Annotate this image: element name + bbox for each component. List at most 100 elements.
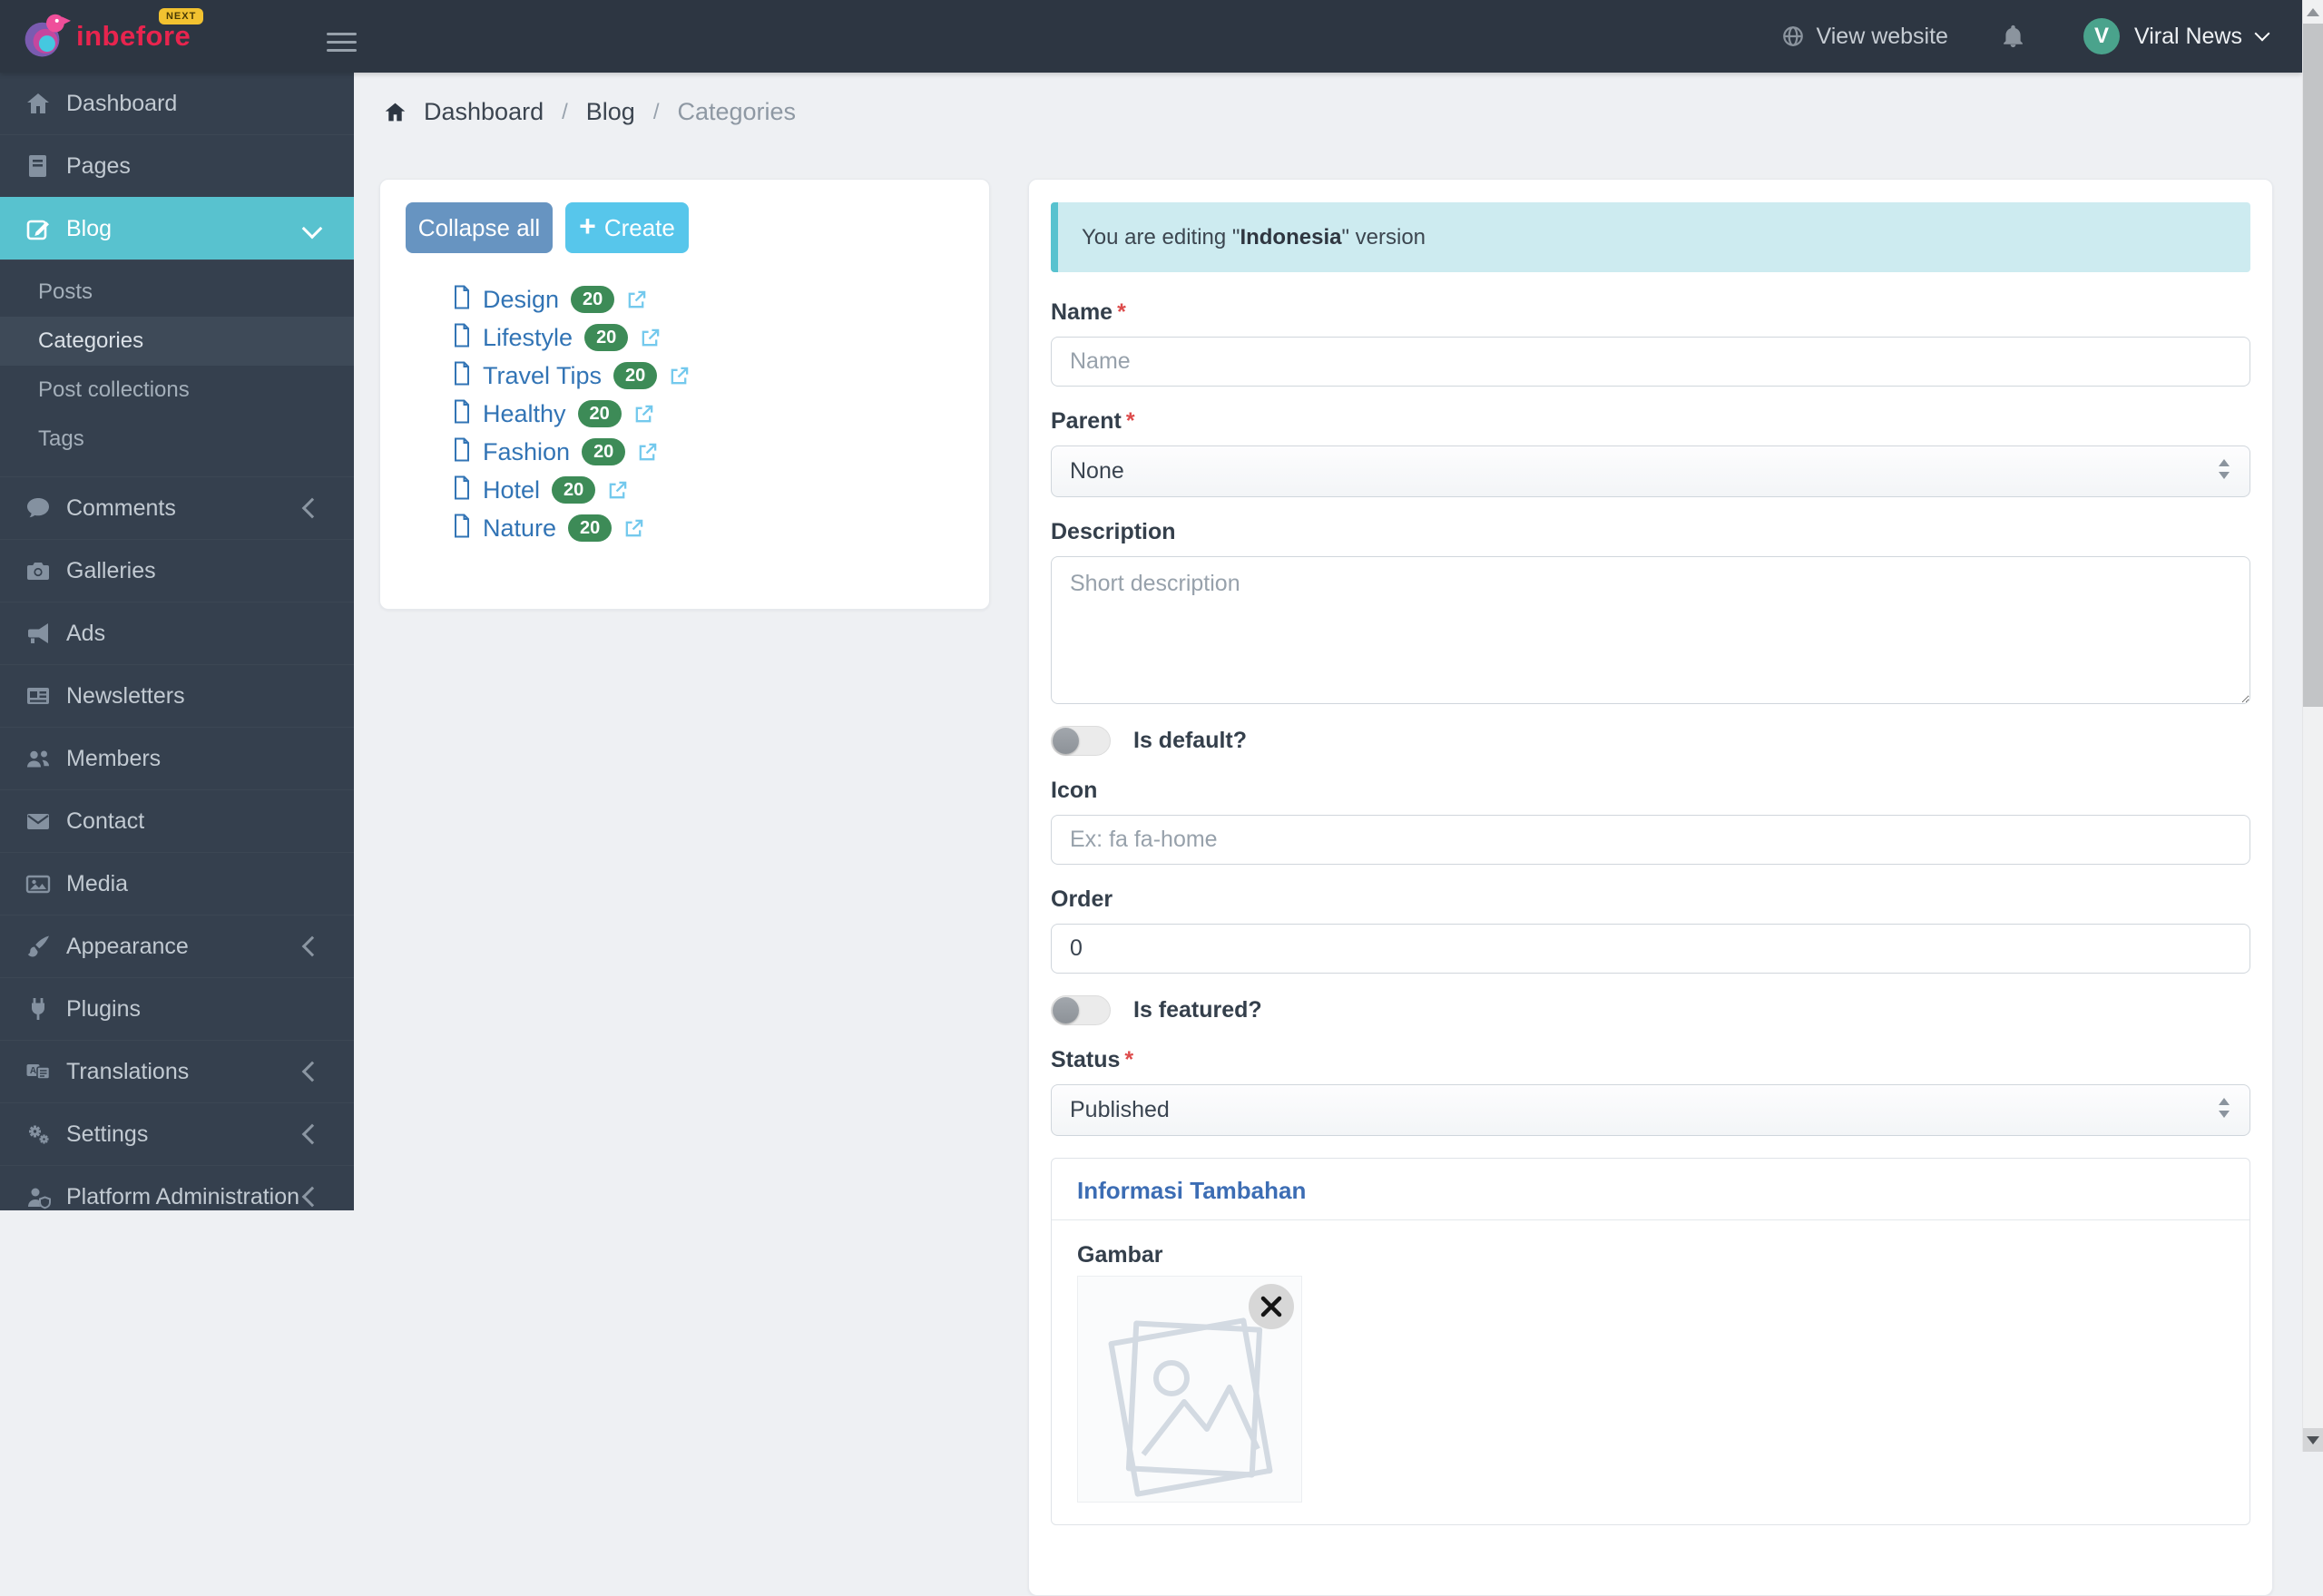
sidebar-item-tags[interactable]: Tags (0, 415, 354, 464)
category-link[interactable]: Fashion (483, 438, 570, 466)
breadcrumb-blog[interactable]: Blog (586, 98, 635, 126)
sidebar-item-contact[interactable]: Contact (0, 789, 354, 852)
breadcrumb-dashboard[interactable]: Dashboard (424, 98, 544, 126)
sidebar-item-post-collections[interactable]: Post collections (0, 366, 354, 415)
select-arrows-icon (2217, 1096, 2231, 1124)
remove-image-button[interactable] (1249, 1284, 1294, 1329)
bell-icon (2001, 24, 2025, 49)
create-button[interactable]: + Create (565, 202, 689, 253)
description-textarea[interactable] (1051, 556, 2250, 704)
scroll-down-button[interactable] (2303, 1428, 2323, 1452)
sidebar-item-posts[interactable]: Posts (0, 268, 354, 317)
category-count-badge: 20 (613, 362, 658, 389)
app-logo[interactable]: inbefore NEXT (22, 8, 204, 63)
sidebar-item-ads[interactable]: Ads (0, 602, 354, 664)
required-asterisk: * (1125, 408, 1135, 434)
file-icon (453, 475, 471, 504)
external-link-icon[interactable] (607, 480, 628, 501)
icon-input[interactable] (1051, 815, 2250, 865)
vertical-scrollbar[interactable] (2302, 0, 2323, 1452)
breadcrumb-current: Categories (677, 98, 797, 125)
is-featured-toggle[interactable] (1051, 995, 1111, 1025)
category-row: Lifestyle 20 (453, 318, 989, 357)
edit-square-icon (25, 215, 52, 242)
users-icon (25, 745, 52, 772)
category-tree: Design 20 Lifestyle 20 Travel Tips 20 He… (453, 280, 989, 547)
category-link[interactable]: Hotel (483, 476, 540, 504)
image-placeholder (1077, 1276, 1302, 1503)
sidebar-item-members[interactable]: Members (0, 727, 354, 789)
logo-bird-icon (22, 10, 71, 63)
file-icon (453, 323, 471, 352)
is-default-row: Is default? (1051, 726, 2250, 756)
sidebar: Dashboard Pages Blog Posts Categories Po… (0, 73, 354, 1210)
breadcrumb: Dashboard / Blog / Categories (383, 98, 796, 126)
sidebar-item-settings[interactable]: Settings (0, 1102, 354, 1165)
file-icon (453, 285, 471, 314)
is-featured-row: Is featured? (1051, 995, 2250, 1025)
is-default-toggle[interactable] (1051, 726, 1111, 756)
category-count-badge: 20 (571, 286, 615, 313)
account-menu[interactable]: V Viral News (2083, 18, 2270, 54)
sidebar-item-galleries[interactable]: Galleries (0, 539, 354, 602)
image-icon (25, 870, 52, 897)
sidebar-item-plugins[interactable]: Plugins (0, 977, 354, 1040)
external-link-icon[interactable] (626, 289, 647, 310)
sidebar-item-media[interactable]: Media (0, 852, 354, 915)
sidebar-item-categories[interactable]: Categories (0, 317, 354, 366)
category-count-badge: 20 (568, 514, 613, 542)
icon-field-group: Icon (1051, 778, 2250, 865)
external-link-icon[interactable] (623, 518, 644, 539)
view-website-label: View website (1816, 23, 1948, 49)
sidebar-item-comments[interactable]: Comments (0, 476, 354, 539)
external-link-icon[interactable] (637, 442, 658, 463)
sidebar-item-platform-administration[interactable]: Platform Administration (0, 1165, 354, 1228)
category-count-badge: 20 (584, 324, 629, 351)
category-count-badge: 20 (552, 476, 596, 504)
order-field-group: Order (1051, 886, 2250, 974)
svg-text:A: A (30, 1066, 36, 1076)
notifications-button[interactable] (2001, 24, 2025, 49)
sidebar-item-blog[interactable]: Blog (0, 197, 354, 259)
additional-info-box: Informasi Tambahan Gambar (1051, 1158, 2250, 1525)
category-row: Fashion 20 (453, 433, 989, 471)
sidebar-item-translations[interactable]: A Translations (0, 1040, 354, 1102)
additional-info-title: Informasi Tambahan (1052, 1159, 2249, 1220)
image-field-label: Gambar (1077, 1242, 1163, 1268)
home-icon (25, 90, 52, 117)
sidebar-item-dashboard[interactable]: Dashboard (0, 73, 354, 134)
name-input[interactable] (1051, 337, 2250, 387)
external-link-icon[interactable] (640, 328, 661, 348)
category-link[interactable]: Lifestyle (483, 324, 573, 352)
chevron-down-icon (2254, 25, 2270, 42)
newspaper-icon (25, 682, 52, 710)
plug-icon (25, 995, 52, 1023)
category-link[interactable]: Travel Tips (483, 362, 602, 390)
sidebar-item-newsletters[interactable]: Newsletters (0, 664, 354, 727)
sidebar-item-pages[interactable]: Pages (0, 134, 354, 197)
file-icon (453, 361, 471, 390)
external-link-icon[interactable] (669, 366, 690, 387)
file-icon (453, 437, 471, 466)
category-link[interactable]: Nature (483, 514, 556, 543)
view-website-link[interactable]: View website (1781, 24, 1948, 50)
external-link-icon[interactable] (633, 404, 654, 425)
collapse-all-button[interactable]: Collapse all (406, 202, 553, 253)
category-row: Nature 20 (453, 509, 989, 547)
sidebar-item-appearance[interactable]: Appearance (0, 915, 354, 977)
categories-tree-card: Collapse all + Create Design 20 Lifestyl… (379, 179, 990, 610)
order-input[interactable] (1051, 924, 2250, 974)
breadcrumb-separator: / (652, 99, 660, 124)
file-icon (453, 399, 471, 428)
main-content: Dashboard / Blog / Categories Collapse a… (354, 73, 2302, 1596)
parent-select[interactable]: None (1051, 446, 2250, 497)
sidebar-toggle-button[interactable] (323, 24, 360, 61)
category-link[interactable]: Healthy (483, 400, 566, 428)
language-icon: A (25, 1058, 52, 1085)
megaphone-icon (25, 620, 52, 647)
scrollbar-thumb[interactable] (2303, 24, 2323, 707)
category-link[interactable]: Design (483, 286, 559, 314)
account-name: Viral News (2133, 23, 2242, 49)
scroll-up-button[interactable] (2303, 0, 2323, 24)
status-select[interactable]: Published (1051, 1084, 2250, 1136)
